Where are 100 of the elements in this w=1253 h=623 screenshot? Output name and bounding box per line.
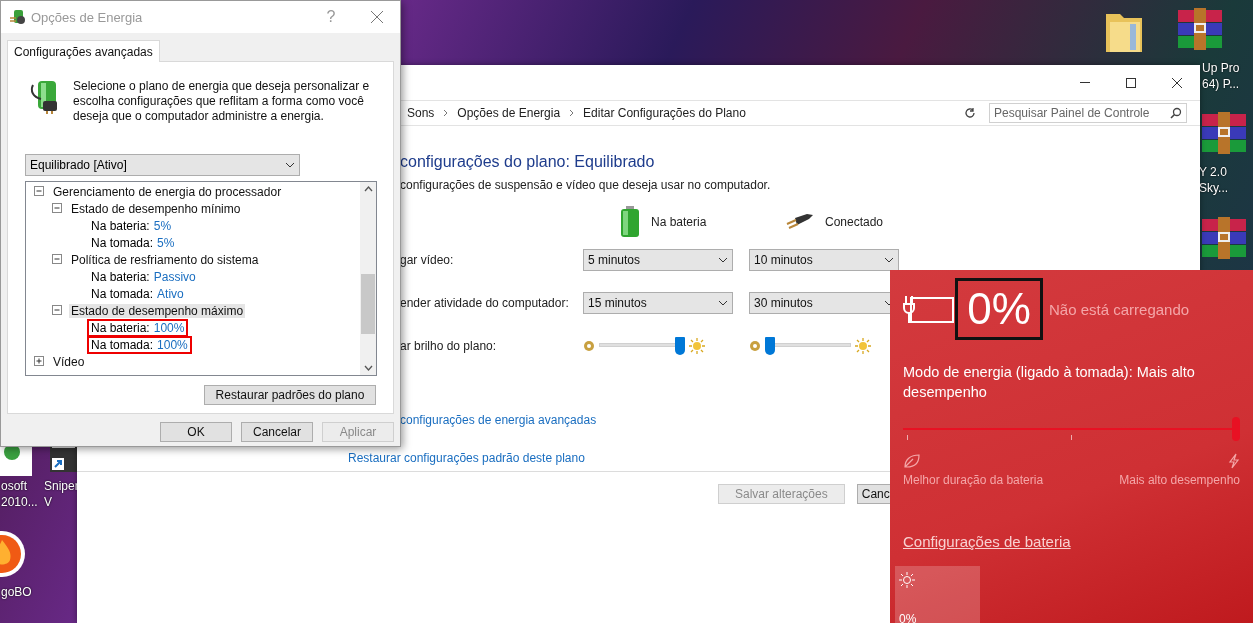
plug-icon xyxy=(785,212,815,232)
setting-row[interactable]: Na bateria: Passivo xyxy=(87,267,200,286)
close-icon xyxy=(1172,77,1182,88)
slider-min-label: Melhor duração da bateria xyxy=(903,473,1044,487)
setting-label: gar vídeo: xyxy=(400,252,454,267)
tab[interactable]: Configurações avançadas xyxy=(7,40,160,62)
link[interactable]: configurações de energia avançadas xyxy=(400,413,597,427)
page-subtitle: configurações de suspensão e vídeo que deseja usar no computador. xyxy=(400,178,772,192)
battery-plug-icon xyxy=(9,8,27,26)
slider-thumb[interactable] xyxy=(765,336,775,355)
setting-value[interactable]: Passivo xyxy=(153,269,196,284)
page-title: configurações do plano: Equilibrado xyxy=(400,153,656,172)
setting-row[interactable]: Na tomada: 5% xyxy=(87,233,179,252)
chevron-right-icon xyxy=(569,109,575,117)
icon-label: 64) P... xyxy=(1202,76,1240,92)
search-icon xyxy=(1170,107,1182,119)
icon-label: goBO xyxy=(1,584,32,600)
setting-row[interactable]: Na bateria: 5% xyxy=(87,216,176,235)
power-mode-slider[interactable] xyxy=(903,417,1240,441)
chevron-down-icon xyxy=(718,256,728,263)
link[interactable]: Restaurar configurações padrão deste plano xyxy=(348,451,585,465)
icon-label: Up Pro xyxy=(1202,60,1240,76)
breadcrumb-item[interactable]: Opções de Energia xyxy=(457,106,561,120)
dialog-button[interactable]: OK xyxy=(160,422,232,442)
maximize-icon xyxy=(1126,77,1136,88)
dialog-description: Selecione o plano de energia que deseja personalizar e escolha configurações que reflitam a forma como você deseja que o computador administre a energia. xyxy=(73,79,371,124)
battery-settings-link[interactable]: Configurações de bateria xyxy=(903,533,1071,550)
setting-value[interactable]: 5% xyxy=(153,218,172,233)
icon-label: Sky... xyxy=(1199,180,1229,196)
column-header: Conectado xyxy=(825,215,884,229)
chevron-down-icon xyxy=(718,299,728,306)
archive-icon[interactable] xyxy=(1176,8,1224,50)
tree-item[interactable]: Vídeo xyxy=(51,354,87,369)
chevron-down-icon xyxy=(285,162,295,168)
brightness-slider[interactable] xyxy=(599,335,685,356)
dialog-button[interactable]: Cancelar xyxy=(241,422,313,442)
setting-name: Na bateria: xyxy=(91,218,150,233)
leaf-icon xyxy=(903,453,921,469)
archive-icon[interactable] xyxy=(1200,217,1248,259)
expand-icon[interactable] xyxy=(34,356,45,367)
charging-status: Não está carregando xyxy=(1049,300,1190,318)
icon-label: 2010... xyxy=(1,494,38,510)
setting-name: Na bateria: xyxy=(91,320,150,335)
icon-label: osoft xyxy=(1,478,28,494)
dialog-title: Opções de Energia xyxy=(31,9,144,25)
bright-sun-icon xyxy=(689,337,705,354)
icon-label: Y 2.0 xyxy=(1199,164,1228,180)
icon-label: V xyxy=(44,494,53,510)
setting-label: ender atividade do computador: xyxy=(400,295,569,310)
battery-percentage: 0% xyxy=(955,278,1043,340)
tree-item[interactable]: Estado de desempenho mínimo xyxy=(69,201,243,216)
dim-sun-icon xyxy=(583,339,595,352)
collapse-icon[interactable] xyxy=(34,186,45,197)
tile-value: 0% xyxy=(899,612,918,623)
brightness-tile[interactable]: 0% xyxy=(895,566,980,623)
setting-name: Na tomada: xyxy=(91,286,154,301)
brightness-icon xyxy=(899,572,915,588)
collapse-icon[interactable] xyxy=(52,305,63,316)
slider-max-label: Mais alto desempenho xyxy=(1119,473,1240,487)
highlighted-setting[interactable]: Na tomada: 100% xyxy=(87,335,192,354)
search-field[interactable]: Pesquisar Painel de Controle xyxy=(989,103,1187,123)
refresh-icon xyxy=(964,107,976,119)
highlighted-setting[interactable]: Na bateria: 100% xyxy=(87,318,189,337)
dropdown[interactable]: 10 minutos xyxy=(749,248,899,271)
bright-sun-icon xyxy=(855,337,871,354)
setting-name: Na bateria: xyxy=(91,269,150,284)
breadcrumb-item[interactable]: Sons xyxy=(407,106,435,120)
lightning-icon xyxy=(1228,453,1240,469)
dim-sun-icon xyxy=(749,339,761,352)
tree-item[interactable]: Estado de desempenho máximo xyxy=(69,303,246,318)
tree-item[interactable]: Gerenciamento de energia do processador xyxy=(51,184,284,199)
breadcrumb-item[interactable]: Editar Configurações do Plano xyxy=(583,106,746,120)
power-mode-text: Modo de energia (ligado à tomada): Mais alto desempenho xyxy=(903,363,1196,402)
chevron-down-icon xyxy=(884,256,894,263)
scrollbar-thumb[interactable] xyxy=(361,274,375,334)
setting-value[interactable]: 100% xyxy=(153,320,185,335)
archive-icon[interactable] xyxy=(1200,112,1248,154)
setting-row[interactable]: Na tomada: Ativo xyxy=(87,284,188,303)
slider-thumb[interactable] xyxy=(1232,417,1240,441)
setting-label: ar brilho do plano: xyxy=(400,338,497,353)
slider-thumb[interactable] xyxy=(675,336,685,355)
setting-value[interactable]: 100% xyxy=(157,337,188,352)
battery-icon xyxy=(619,206,641,238)
minimize-icon xyxy=(1080,82,1090,83)
plugged-battery-icon xyxy=(903,294,955,324)
chevron-right-icon xyxy=(443,109,449,117)
setting-name: Na tomada: xyxy=(91,337,154,352)
setting-name: Na tomada: xyxy=(91,235,154,250)
tree-item[interactable]: Política de resfriamento do sistema xyxy=(69,252,261,267)
close-icon xyxy=(371,11,383,23)
setting-value[interactable]: 5% xyxy=(157,235,175,250)
collapse-icon[interactable] xyxy=(52,203,63,214)
collapse-icon[interactable] xyxy=(52,254,63,265)
setting-value[interactable]: Ativo xyxy=(157,286,184,301)
brightness-slider[interactable] xyxy=(765,335,851,356)
dropdown[interactable]: 5 minutos xyxy=(583,248,733,271)
plan-dropdown[interactable]: Equilibrado [Ativo] xyxy=(25,154,300,176)
column-header: Na bateria xyxy=(651,215,707,229)
dropdown[interactable]: 15 minutos xyxy=(583,291,733,314)
restore-defaults-button[interactable]: Restaurar padrões do plano xyxy=(204,385,376,405)
